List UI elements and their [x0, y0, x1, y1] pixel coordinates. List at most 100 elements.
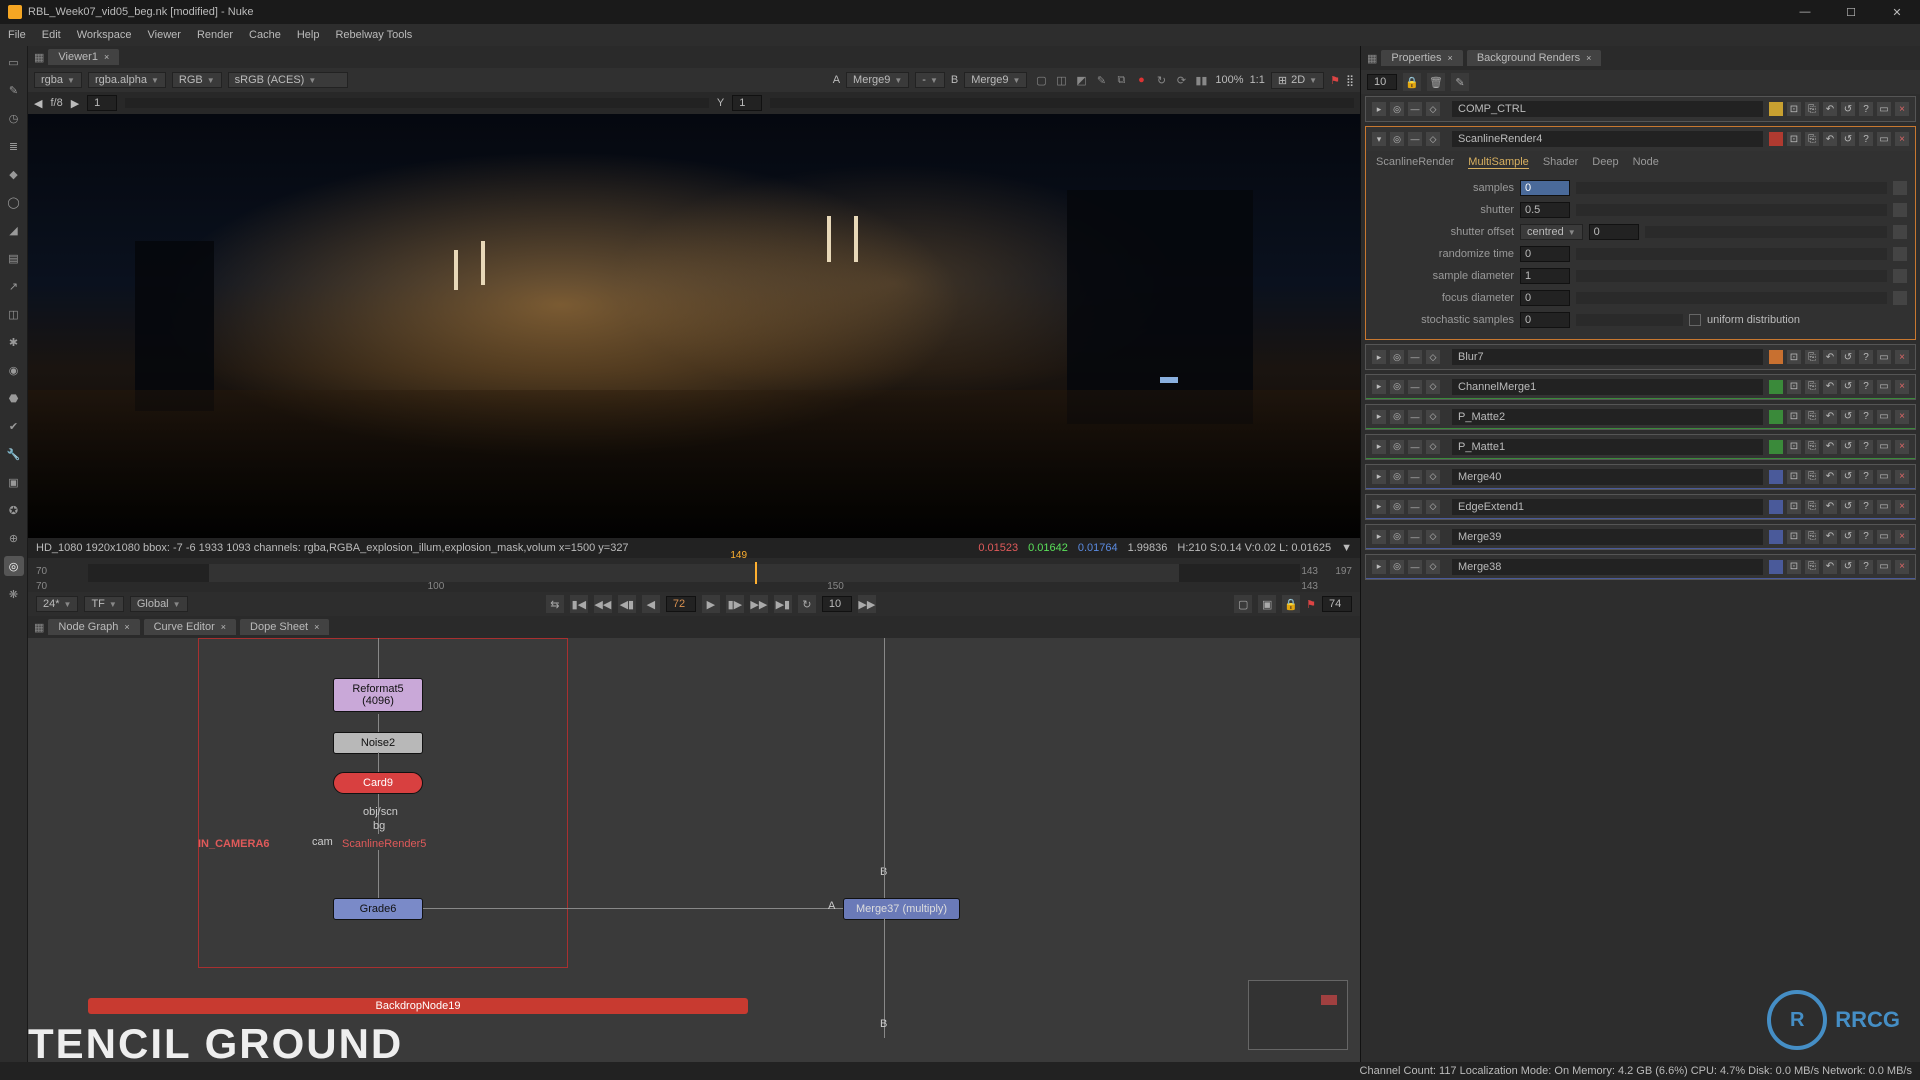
dash-icon[interactable]: —	[1408, 440, 1422, 454]
copy-icon[interactable]: ⎘	[1805, 380, 1819, 394]
col-icon[interactable]	[1769, 410, 1783, 424]
node-scanlinerender[interactable]: ScanlineRender5	[330, 834, 438, 854]
menu-cache[interactable]: Cache	[249, 29, 281, 41]
end-frame-input[interactable]: 74	[1322, 596, 1352, 612]
center-icon[interactable]: ⊡	[1787, 440, 1801, 454]
revert-icon[interactable]: ↺	[1841, 500, 1855, 514]
sync-icon[interactable]: ⇆	[546, 595, 564, 613]
panel-name[interactable]: Blur7	[1452, 349, 1763, 365]
center-icon[interactable]: ⊡	[1787, 102, 1801, 116]
lock-icon[interactable]: 🔒	[1282, 595, 1300, 613]
float-icon[interactable]: ▭	[1877, 470, 1891, 484]
window-minimize[interactable]: —	[1790, 6, 1820, 19]
snapshot-icon[interactable]: ⟳	[1173, 72, 1189, 88]
node-icon[interactable]: ◇	[1426, 350, 1440, 364]
refresh-icon[interactable]: ↻	[1153, 72, 1169, 88]
close-panel-icon[interactable]: ×	[1895, 380, 1909, 394]
close-panel-icon[interactable]: ×	[1895, 102, 1909, 116]
expand-icon[interactable]: ▸	[1372, 380, 1386, 394]
knob-shutteroffset-num[interactable]: 0	[1589, 224, 1639, 240]
knob-shutteroffset-slider[interactable]	[1645, 226, 1887, 238]
channel-dropdown[interactable]: rgba.alpha▼	[88, 72, 166, 88]
roi-icon[interactable]: ◫	[1053, 72, 1069, 88]
window-close[interactable]: ✕	[1882, 6, 1912, 19]
revert-icon[interactable]: ↺	[1841, 350, 1855, 364]
tool-filter-icon[interactable]: ◯	[4, 192, 24, 212]
prev-key-icon[interactable]: ◀◀	[594, 595, 612, 613]
step-fwd-icon[interactable]: ▮▶	[726, 595, 744, 613]
node-grade[interactable]: Grade6	[333, 898, 423, 920]
col-icon[interactable]	[1769, 560, 1783, 574]
menu-rebelway[interactable]: Rebelway Tools	[335, 29, 412, 41]
copy-icon[interactable]: ⎘	[1805, 350, 1819, 364]
float-icon[interactable]: ▭	[1877, 440, 1891, 454]
panel-drag2-icon[interactable]: ▦	[34, 621, 44, 634]
dash-icon[interactable]: —	[1408, 470, 1422, 484]
col-icon[interactable]	[1769, 350, 1783, 364]
tab-bgrenders[interactable]: Background Renders×	[1467, 50, 1602, 66]
tab-viewer1-close-icon[interactable]: ×	[104, 52, 109, 62]
tool-views-icon[interactable]: ⬣	[4, 388, 24, 408]
undo-icon[interactable]: ↶	[1823, 410, 1837, 424]
eye-icon[interactable]: ◎	[1390, 132, 1404, 146]
tool-merge-icon[interactable]: ▤	[4, 248, 24, 268]
anim-icon[interactable]	[1893, 181, 1907, 195]
tab-properties[interactable]: Properties×	[1381, 50, 1462, 66]
panel-name[interactable]: COMP_CTRL	[1452, 101, 1763, 117]
dash-icon[interactable]: —	[1408, 410, 1422, 424]
dash-icon[interactable]: —	[1408, 380, 1422, 394]
menu-viewer[interactable]: Viewer	[148, 29, 181, 41]
dash-icon[interactable]: —	[1408, 530, 1422, 544]
close-panel-icon[interactable]: ×	[1895, 410, 1909, 424]
help-icon[interactable]: ?	[1859, 380, 1873, 394]
tool-channel-icon[interactable]: ≣	[4, 136, 24, 156]
revert-icon[interactable]: ↺	[1841, 440, 1855, 454]
tool-pixelfudge-icon[interactable]: ◎	[4, 556, 24, 576]
undo-icon[interactable]: ↶	[1823, 350, 1837, 364]
tool-3d-icon[interactable]: ◫	[4, 304, 24, 324]
float-icon[interactable]: ▭	[1877, 132, 1891, 146]
frame-input[interactable]: 1	[87, 95, 117, 111]
eye-icon[interactable]: ◎	[1390, 530, 1404, 544]
knob-stoch-slider[interactable]	[1576, 314, 1683, 326]
center-icon[interactable]: ⊡	[1787, 410, 1801, 424]
tf-dropdown[interactable]: TF▼	[84, 596, 123, 612]
help-icon[interactable]: ?	[1859, 440, 1873, 454]
close-icon[interactable]: ×	[1448, 53, 1453, 63]
pause2-icon[interactable]: ▮▮	[1193, 72, 1209, 88]
knob-stoch-input[interactable]: 0	[1520, 312, 1570, 328]
expand-icon[interactable]: ▸	[1372, 102, 1386, 116]
knob-shutter-input[interactable]: 0.5	[1520, 202, 1570, 218]
sync-dropdown[interactable]: Global▼	[130, 596, 188, 612]
node-noise[interactable]: Noise2	[333, 732, 423, 754]
center-icon[interactable]: ⊡	[1787, 132, 1801, 146]
tool-furnace-icon[interactable]: ✪	[4, 500, 24, 520]
menu-render[interactable]: Render	[197, 29, 233, 41]
anim-icon[interactable]	[1893, 225, 1907, 239]
tool-metadata-icon[interactable]: ✔	[4, 416, 24, 436]
panel-name[interactable]: EdgeExtend1	[1452, 499, 1763, 515]
tool-color-icon[interactable]: ◆	[4, 164, 24, 184]
view-mode-dropdown[interactable]: ⊞2D▼	[1271, 72, 1324, 89]
dash-icon[interactable]: —	[1408, 500, 1422, 514]
panel-drag3-icon[interactable]: ▦	[1367, 52, 1377, 65]
anim-icon[interactable]	[1893, 247, 1907, 261]
help-icon[interactable]: ?	[1859, 132, 1873, 146]
col-icon[interactable]	[1769, 102, 1783, 116]
panel-name[interactable]: ScanlineRender4	[1452, 131, 1763, 147]
tab-scanlinerender[interactable]: ScanlineRender	[1376, 156, 1454, 168]
help-icon[interactable]: ?	[1859, 470, 1873, 484]
tool-keyer-icon[interactable]: ◢	[4, 220, 24, 240]
node-icon[interactable]: ◇	[1426, 530, 1440, 544]
fstop-label[interactable]: f/8	[50, 97, 62, 109]
knob-randtime-input[interactable]: 0	[1520, 246, 1570, 262]
node-icon[interactable]: ◇	[1426, 500, 1440, 514]
tab-viewer1[interactable]: Viewer1 ×	[48, 49, 119, 65]
uniform-checkbox[interactable]	[1689, 314, 1701, 326]
clear-panels-icon[interactable]: 🗑	[1427, 73, 1445, 91]
panel-name[interactable]: Merge39	[1452, 529, 1763, 545]
help-icon[interactable]: ?	[1859, 530, 1873, 544]
eye-icon[interactable]: ◎	[1390, 560, 1404, 574]
knob-shutteroffset-dropdown[interactable]: centred▼	[1520, 224, 1583, 240]
panel-name[interactable]: P_Matte1	[1452, 439, 1763, 455]
